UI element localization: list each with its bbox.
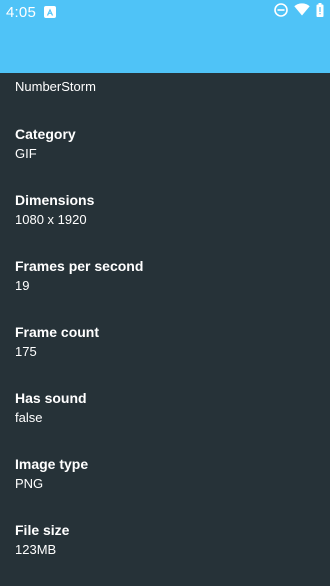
property-label: Frames per second — [15, 258, 144, 274]
property-value: false — [15, 410, 43, 425]
property-label: File size — [15, 522, 70, 538]
property-value: 123MB — [15, 542, 57, 557]
property-value: GIF — [15, 146, 37, 161]
property-label: Has sound — [15, 390, 87, 406]
status-bar: 4:05 — [0, 0, 330, 24]
do-not-disturb-icon — [274, 2, 288, 22]
property-frame-count: Frame count 175 — [15, 323, 99, 361]
property-frames-per-second: Frames per second 19 — [15, 257, 143, 295]
status-left: 4:05 — [6, 4, 56, 21]
property-label: Category — [15, 126, 76, 142]
property-label: Dimensions — [15, 192, 95, 208]
notification-a-icon — [44, 6, 56, 18]
property-has-sound: Has sound false — [15, 389, 87, 427]
property-label: Frame count — [15, 324, 100, 340]
property-dimensions: Dimensions 1080 x 1920 — [15, 191, 94, 229]
property-value: 1080 x 1920 — [15, 212, 87, 227]
battery-icon — [316, 2, 324, 22]
property-category: Category GIF — [15, 125, 76, 163]
title-value: NumberStorm — [15, 79, 96, 94]
status-time: 4:05 — [6, 3, 36, 21]
property-label: Image type — [15, 456, 89, 472]
wifi-icon — [294, 3, 310, 21]
property-image-type: Image type PNG — [15, 455, 88, 493]
property-file-size: File size 123MB — [15, 521, 69, 559]
property-value: 19 — [15, 278, 30, 293]
details-content: NumberStorm Category GIF Dimensions 1080… — [0, 73, 330, 586]
app-bar — [0, 24, 330, 73]
status-right — [274, 2, 324, 22]
property-value: 175 — [15, 344, 37, 359]
property-value: PNG — [15, 476, 44, 491]
